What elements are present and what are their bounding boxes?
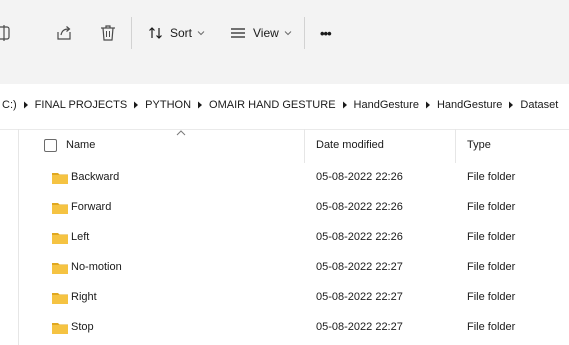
file-name: No-motion: [71, 261, 122, 273]
more-icon: •••: [320, 25, 332, 41]
breadcrumb-item[interactable]: Dataset: [520, 99, 558, 111]
toolbar-separator: [131, 17, 132, 49]
breadcrumb-item[interactable]: FINAL PROJECTS: [35, 99, 128, 111]
chevron-right-icon[interactable]: [133, 101, 139, 109]
file-list: Name Date modified Type Backward 05-08-2…: [0, 129, 569, 345]
sort-icon: [149, 27, 162, 39]
chevron-right-icon[interactable]: [342, 101, 348, 109]
file-type: File folder: [467, 291, 516, 303]
date-modified: 05-08-2022 22:26: [316, 201, 403, 213]
table-row[interactable]: No-motion 05-08-2022 22:27 File folder: [0, 253, 569, 283]
breadcrumb-item[interactable]: HandGesture: [437, 99, 502, 111]
file-name: Stop: [71, 321, 94, 333]
breadcrumb-item[interactable]: OMAIR HAND GESTURE: [209, 99, 336, 111]
sort-button[interactable]: Sort: [148, 20, 205, 46]
folder-icon: [52, 202, 68, 214]
date-modified: 05-08-2022 22:27: [316, 291, 403, 303]
column-divider[interactable]: [304, 129, 305, 163]
file-name: Right: [71, 291, 97, 303]
breadcrumb-item[interactable]: PYTHON: [145, 99, 191, 111]
sort-ascending-icon: [176, 130, 186, 136]
table-row[interactable]: Forward 05-08-2022 22:26 File folder: [0, 193, 569, 223]
chevron-right-icon[interactable]: [508, 101, 514, 109]
chevron-right-icon[interactable]: [23, 101, 29, 109]
chevron-right-icon[interactable]: [425, 101, 431, 109]
toolbar-separator: [304, 17, 305, 49]
file-type: File folder: [467, 261, 516, 273]
file-name: Backward: [71, 171, 120, 183]
date-modified: 05-08-2022 22:26: [316, 171, 403, 183]
folder-icon: [52, 292, 68, 304]
select-all-checkbox[interactable]: [44, 139, 57, 152]
sort-label: Sort: [170, 26, 193, 40]
chevron-down-icon: [197, 31, 205, 36]
file-type: File folder: [467, 171, 516, 183]
view-label: View: [253, 26, 279, 40]
share-icon[interactable]: [54, 23, 74, 43]
column-divider[interactable]: [455, 129, 456, 163]
column-header-type[interactable]: Type: [467, 139, 491, 151]
date-modified: 05-08-2022 22:27: [316, 261, 403, 273]
command-bar: Sort View •••: [0, 0, 569, 85]
rename-icon[interactable]: [0, 23, 14, 43]
table-row[interactable]: Backward 05-08-2022 22:26 File folder: [0, 163, 569, 193]
chevron-right-icon[interactable]: [197, 101, 203, 109]
see-more-button[interactable]: •••: [320, 20, 332, 46]
date-modified: 05-08-2022 22:27: [316, 321, 403, 333]
delete-icon[interactable]: [98, 23, 118, 43]
view-icon: [231, 28, 245, 38]
chevron-down-icon: [284, 31, 292, 36]
view-button[interactable]: View: [230, 20, 292, 46]
folder-icon: [52, 262, 68, 274]
date-modified: 05-08-2022 22:26: [316, 231, 403, 243]
file-type: File folder: [467, 201, 516, 213]
address-bar[interactable]: C:) FINAL PROJECTS PYTHON OMAIR HAND GES…: [0, 84, 569, 130]
table-row[interactable]: Right 05-08-2022 22:27 File folder: [0, 283, 569, 313]
table-row[interactable]: Left 05-08-2022 22:26 File folder: [0, 223, 569, 253]
file-name: Forward: [71, 201, 112, 213]
breadcrumb: C:) FINAL PROJECTS PYTHON OMAIR HAND GES…: [2, 99, 558, 111]
folder-icon: [52, 322, 68, 334]
column-header-date[interactable]: Date modified: [316, 139, 384, 151]
file-name: Left: [71, 231, 90, 243]
file-type: File folder: [467, 321, 516, 333]
table-row[interactable]: Stop 05-08-2022 22:27 File folder: [0, 313, 569, 343]
folder-icon: [52, 232, 68, 244]
breadcrumb-item[interactable]: HandGesture: [354, 99, 419, 111]
file-type: File folder: [467, 231, 516, 243]
breadcrumb-item[interactable]: C:): [2, 99, 17, 111]
folder-icon: [52, 172, 68, 184]
column-header-row: Name Date modified Type: [0, 129, 569, 163]
column-header-name[interactable]: Name: [66, 139, 95, 151]
